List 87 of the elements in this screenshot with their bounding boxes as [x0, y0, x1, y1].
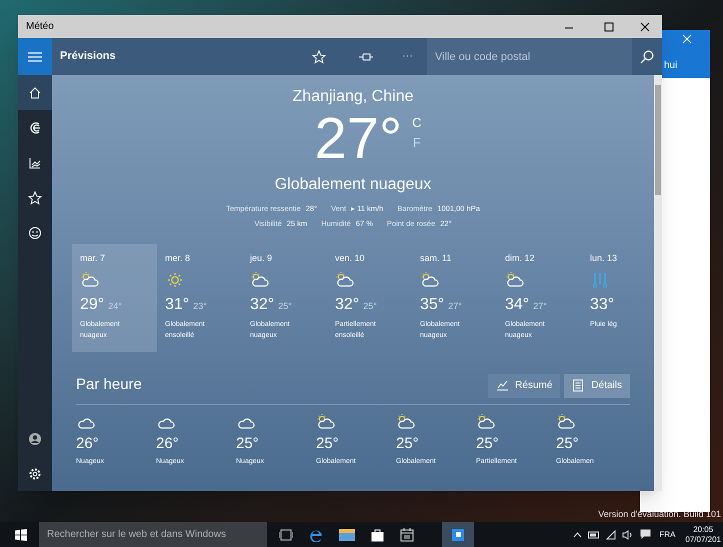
current-condition: Globalement nuageux — [274, 175, 432, 195]
hourly-temperature: 25° — [476, 434, 499, 454]
day-label: jeu. 9 — [250, 252, 272, 265]
browser-icon[interactable] — [309, 528, 323, 542]
sun-cloud-icon — [250, 271, 270, 289]
crescent-icon — [28, 120, 42, 134]
current-temperature: 27° — [314, 109, 402, 169]
windows-logo-icon[interactable] — [15, 528, 27, 540]
clock-date: 07/07/201 — [685, 534, 721, 544]
taskbar-search-field[interactable]: Rechercher sur le web et dans Windows — [39, 522, 267, 547]
low-temperature: 27° — [533, 300, 547, 313]
evaluation-watermark: Version d'évaluation. Build 101 — [598, 508, 721, 521]
sun-cloud-icon — [396, 412, 416, 430]
pin-icon[interactable] — [358, 52, 374, 62]
shopping-bag-icon[interactable] — [371, 528, 384, 542]
day-label: ven. 10 — [335, 252, 365, 264]
chart-icon — [28, 156, 42, 170]
high-temperature: 34° — [505, 295, 530, 315]
sun-cloud-icon — [556, 412, 576, 430]
calendar-icon[interactable] — [400, 528, 414, 542]
sun-cloud-icon — [335, 271, 355, 289]
search-icon[interactable] — [640, 50, 654, 64]
search-field[interactable]: Ville ou code postal — [427, 38, 632, 75]
city-name: Zhanjiang, Chine — [292, 87, 414, 107]
rain-gauge-icon — [590, 271, 610, 289]
day-label: dim. 12 — [505, 252, 535, 264]
scrollbar-thumb[interactable] — [655, 85, 661, 195]
day-label: mer. 8 — [165, 252, 190, 264]
hourly-temperature: 25° — [396, 434, 419, 454]
high-temperature: 32° — [335, 295, 360, 315]
unit-toggle[interactable]: C — [412, 113, 422, 133]
sidebar-item[interactable] — [18, 75, 52, 110]
sun-icon — [165, 271, 185, 289]
high-temperature: 32° — [250, 295, 274, 315]
notification-icon[interactable] — [640, 529, 652, 540]
home-icon — [28, 86, 42, 100]
speaker-icon[interactable] — [622, 530, 634, 540]
high-temperature: 35° — [420, 295, 444, 315]
account-icon — [28, 432, 42, 446]
low-temperature: 25° — [363, 300, 377, 313]
unit-toggle[interactable]: F — [412, 133, 422, 153]
sun-cloud-icon — [80, 271, 100, 289]
sun-cloud-icon — [420, 271, 440, 289]
sun-cloud-icon — [316, 412, 336, 430]
hourly-temperature: 26° — [156, 434, 179, 454]
settings-icon — [28, 466, 42, 480]
view-toggle[interactable]: Résumé — [488, 374, 560, 398]
high-temperature: 31° — [165, 295, 190, 315]
network-icon[interactable] — [606, 530, 616, 540]
close-icon[interactable] — [640, 22, 650, 32]
page-title: Prévisions — [60, 49, 117, 64]
hourly-temperature: 25° — [556, 434, 579, 454]
more-button[interactable]: ··· — [402, 48, 413, 65]
clock[interactable]: 20:05 07/07/201 — [685, 524, 721, 544]
maximize-icon[interactable] — [604, 22, 614, 32]
list-icon — [572, 379, 586, 392]
hourly-temperature: 26° — [76, 434, 99, 454]
language-indicator[interactable]: FRA — [659, 528, 676, 540]
high-temperature: 29° — [80, 295, 104, 315]
window-title: Météo — [26, 20, 55, 34]
folder-icon[interactable] — [339, 528, 355, 541]
clock-time: 20:05 — [693, 524, 714, 534]
day-label: lun. 13 — [590, 252, 618, 264]
day-label: sam. 11 — [420, 252, 452, 264]
menu-icon — [28, 52, 42, 62]
star-icon[interactable] — [312, 50, 326, 64]
sun-cloud-icon — [476, 412, 496, 430]
task-view-icon[interactable] — [279, 528, 293, 540]
hourly-temperature: 25° — [316, 434, 339, 454]
sun-cloud-icon — [505, 271, 525, 289]
chevron-up-icon[interactable] — [573, 532, 582, 538]
menu-button[interactable] — [18, 38, 52, 75]
star-icon — [28, 190, 42, 204]
low-temperature: 24° — [108, 300, 122, 313]
face-icon — [28, 226, 42, 240]
low-temperature: 23° — [193, 300, 207, 313]
active-app-tile[interactable] — [442, 522, 474, 547]
day-label: mar. 7 — [80, 252, 106, 264]
chart-icon — [496, 379, 510, 392]
section-title: Par heure — [76, 375, 143, 396]
high-temperature: 33° — [590, 295, 614, 315]
background-window-text: hui — [664, 59, 678, 73]
view-toggle[interactable]: Détails — [564, 374, 630, 398]
low-temperature: 27° — [448, 300, 462, 313]
battery-icon[interactable] — [588, 530, 600, 538]
low-temperature: 25° — [278, 300, 292, 313]
hourly-temperature: 25° — [236, 434, 259, 454]
